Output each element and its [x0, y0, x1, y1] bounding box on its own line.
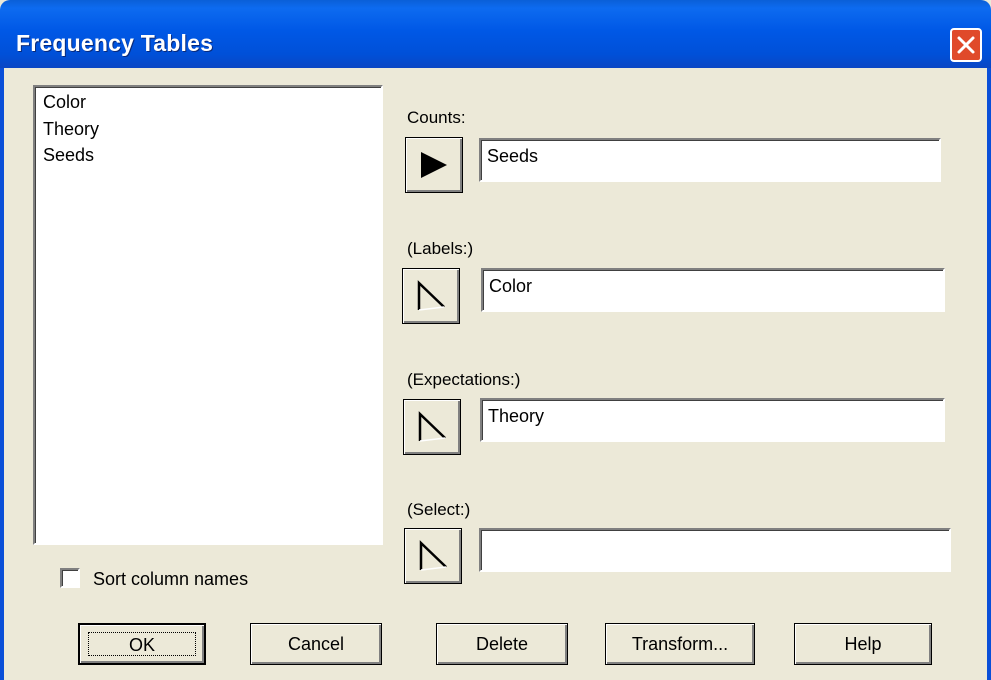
- expectations-arrow-button[interactable]: [403, 399, 461, 455]
- cancel-button[interactable]: Cancel: [250, 623, 382, 665]
- column-listbox[interactable]: Color Theory Seeds: [33, 85, 383, 545]
- delete-button[interactable]: Delete: [436, 623, 568, 665]
- list-item-color[interactable]: Color: [43, 91, 86, 113]
- expectations-label: (Expectations:): [407, 370, 521, 389]
- window-frame-left: [0, 68, 4, 680]
- counts-field[interactable]: Seeds: [479, 138, 941, 182]
- help-button[interactable]: Help: [794, 623, 932, 665]
- window-title: Frequency Tables: [16, 30, 214, 56]
- labels-field[interactable]: Color: [481, 268, 945, 312]
- list-item-theory[interactable]: Theory: [43, 118, 99, 140]
- window-frame-right: [987, 68, 991, 680]
- select-field[interactable]: [479, 528, 951, 572]
- ok-button[interactable]: OK: [78, 623, 206, 665]
- select-arrow-button[interactable]: [404, 528, 462, 584]
- outline-arrow-icon: [417, 280, 445, 311]
- labels-label: (Labels:): [407, 239, 474, 258]
- sort-column-names-label: Sort column names: [93, 569, 249, 589]
- counts-arrow-button[interactable]: [405, 137, 463, 193]
- labels-arrow-button[interactable]: [402, 268, 460, 324]
- close-icon: [957, 36, 975, 54]
- play-arrow-icon: [421, 152, 447, 178]
- select-label: (Select:): [407, 500, 471, 519]
- expectations-field[interactable]: Theory: [480, 398, 945, 442]
- counts-label: Counts:: [407, 108, 466, 127]
- transform-button[interactable]: Transform...: [605, 623, 755, 665]
- outline-arrow-icon: [419, 540, 447, 571]
- title-bar: Frequency Tables: [0, 0, 991, 68]
- outline-arrow-icon: [418, 411, 446, 442]
- sort-column-names-checkbox[interactable]: [60, 568, 80, 588]
- list-item-seeds[interactable]: Seeds: [43, 144, 94, 166]
- close-button[interactable]: [950, 28, 982, 62]
